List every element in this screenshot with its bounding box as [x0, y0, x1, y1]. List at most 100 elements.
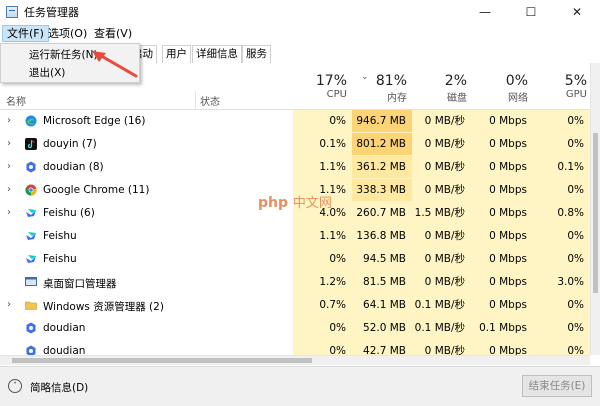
tab-users[interactable]: 用户: [162, 45, 191, 63]
cell-network: 0 Mbps: [471, 248, 533, 271]
chevron-right-icon[interactable]: ›: [7, 299, 11, 310]
feishu-icon: [25, 230, 37, 242]
cell-disk: 0.1 MB/秒: [412, 294, 471, 317]
chevron-right-icon[interactable]: ›: [7, 207, 11, 218]
cpu-total: 17%: [315, 73, 347, 89]
disk-total: 2%: [444, 73, 467, 89]
process-name: douyin (7): [43, 138, 97, 150]
cell-memory: 801.2 MB: [352, 133, 412, 156]
network-total: 0%: [505, 73, 528, 89]
cell-disk: 0 MB/秒: [412, 340, 471, 355]
cell-gpu: 0%: [533, 317, 590, 340]
menu-options[interactable]: 选项(O): [44, 25, 91, 42]
process-row[interactable]: doudian 0% 42.7 MB 0 MB/秒 0 Mbps 0%: [0, 340, 590, 355]
close-button[interactable]: ✕: [554, 0, 600, 24]
feishu-icon: [25, 253, 37, 265]
process-name: Microsoft Edge (16): [43, 115, 146, 127]
cell-disk: 0 MB/秒: [412, 156, 471, 179]
network-label: 网络: [508, 93, 528, 104]
menu-file[interactable]: 文件(F): [2, 25, 49, 42]
chevron-up-icon[interactable]: ˄: [8, 379, 22, 393]
cell-cpu: 0%: [293, 340, 352, 355]
cell-gpu: 0.8%: [533, 202, 590, 225]
process-row[interactable]: › douyin (7) 0.1% 801.2 MB 0 MB/秒 0 Mbps 0%: [0, 133, 590, 156]
end-task-button[interactable]: 结束任务(E): [522, 375, 592, 397]
cell-memory: 64.1 MB: [352, 294, 412, 317]
process-row[interactable]: › Windows 资源管理器 (2) 0.7% 64.1 MB 0.1 MB/秒 0 M…: [0, 294, 590, 317]
process-name: Feishu: [43, 230, 77, 242]
cell-disk: 1.5 MB/秒: [412, 202, 471, 225]
horizontal-scroll-thumb[interactable]: [12, 358, 312, 363]
process-row[interactable]: Feishu 1.1% 136.8 MB 0 MB/秒 0 Mbps 0%: [0, 225, 590, 248]
header-disk[interactable]: 2% 磁盘: [412, 73, 467, 104]
gpu-total: 5%: [564, 73, 587, 89]
cell-gpu: 0.1%: [533, 156, 590, 179]
task-manager-icon: [6, 6, 18, 18]
header-gpu[interactable]: 5% GPU: [533, 73, 587, 100]
cell-memory: 42.7 MB: [352, 340, 412, 355]
cell-disk: 0 MB/秒: [412, 179, 471, 202]
cell-disk: 0 MB/秒: [412, 271, 471, 294]
watermark-text: 中文网: [292, 196, 332, 211]
process-row[interactable]: › doudian (8) 1.1% 361.2 MB 0 MB/秒 0 Mbps 0.1%: [0, 156, 590, 179]
cell-cpu: 0%: [293, 317, 352, 340]
chevron-right-icon[interactable]: ›: [7, 138, 11, 149]
vertical-scroll-thumb[interactable]: [593, 133, 598, 293]
header-name[interactable]: 名称: [6, 93, 26, 108]
process-name: doudian (8): [43, 161, 104, 173]
cell-disk: 0 MB/秒: [412, 110, 471, 133]
cell-cpu: 0%: [293, 248, 352, 271]
cell-memory: 136.8 MB: [352, 225, 412, 248]
gpu-label: GPU: [565, 89, 587, 100]
watermark-brand: php: [258, 195, 289, 211]
process-row[interactable]: Feishu 0% 94.5 MB 0 MB/秒 0 Mbps 0%: [0, 248, 590, 271]
tab-services[interactable]: 服务: [242, 45, 271, 63]
cell-network: 0 Mbps: [471, 133, 533, 156]
cell-gpu: 0%: [533, 133, 590, 156]
minimize-button[interactable]: —: [462, 0, 508, 24]
cell-disk: 0.1 MB/秒: [412, 317, 471, 340]
vertical-scrollbar[interactable]: [590, 63, 600, 355]
feishu-icon: [25, 207, 37, 219]
horizontal-scrollbar[interactable]: [0, 355, 590, 365]
chevron-right-icon[interactable]: ›: [7, 115, 11, 126]
edge-icon: [25, 115, 37, 127]
cell-disk: 0 MB/秒: [412, 133, 471, 156]
process-row[interactable]: › Microsoft Edge (16) 0% 946.7 MB 0 MB/秒 0 Mb…: [0, 110, 590, 133]
cell-memory: 338.3 MB: [352, 179, 412, 202]
cell-gpu: 0%: [533, 179, 590, 202]
process-name: Google Chrome (11): [43, 184, 150, 196]
dwm-icon: [25, 276, 37, 288]
header-network[interactable]: 0% 网络: [471, 73, 528, 104]
cpu-label: CPU: [326, 89, 347, 100]
cell-gpu: 0%: [533, 294, 590, 317]
cell-network: 0 Mbps: [471, 294, 533, 317]
cell-gpu: 0%: [533, 225, 590, 248]
doudian-icon: [25, 161, 37, 173]
cell-cpu: 1.1%: [293, 225, 352, 248]
chevron-right-icon[interactable]: ›: [7, 184, 11, 195]
process-row[interactable]: doudian 0% 52.0 MB 0.1 MB/秒 0.1 Mbps 0%: [0, 317, 590, 340]
chevron-right-icon[interactable]: ›: [7, 161, 11, 172]
cell-cpu: 0.1%: [293, 133, 352, 156]
fewer-details-link[interactable]: 简略信息(D): [30, 380, 88, 395]
process-row[interactable]: 桌面窗口管理器 1.2% 81.5 MB 0 MB/秒 0 Mbps 3.0%: [0, 271, 590, 294]
tab-details[interactable]: 详细信息: [192, 45, 242, 63]
process-name: 桌面窗口管理器: [43, 278, 117, 290]
doudian-icon: [25, 345, 37, 355]
cell-network: 0 Mbps: [471, 202, 533, 225]
header-cpu[interactable]: 17% CPU: [293, 73, 347, 100]
header-memory[interactable]: 81% 内存: [352, 73, 407, 104]
menu-view[interactable]: 查看(V): [90, 25, 136, 42]
explorer-icon: [25, 299, 37, 311]
cell-memory: 946.7 MB: [352, 110, 412, 133]
cell-network: 0 Mbps: [471, 271, 533, 294]
cell-memory: 94.5 MB: [352, 248, 412, 271]
header-status[interactable]: 状态: [200, 93, 220, 108]
cell-cpu: 1.1%: [293, 156, 352, 179]
column-divider[interactable]: [195, 91, 196, 109]
menu-exit[interactable]: 退出(X): [29, 65, 65, 80]
maximize-button[interactable]: ☐: [508, 0, 554, 24]
disk-label: 磁盘: [447, 93, 467, 104]
process-name: Feishu: [43, 253, 77, 265]
